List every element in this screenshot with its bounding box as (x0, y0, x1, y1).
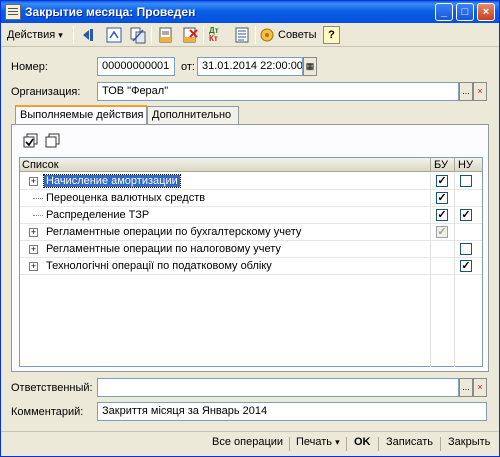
tree-header: Список БУ НУ (20, 158, 482, 172)
operations-tree[interactable]: Список БУ НУ + Начисление амортизации ✓ Пер… (19, 157, 483, 367)
bottom-separator (346, 437, 347, 451)
structure-icon[interactable] (105, 26, 123, 44)
toolbar-separator (255, 26, 256, 44)
toolbar-separator (73, 26, 74, 44)
toolbar-separator (203, 26, 204, 44)
nu-checkbox[interactable] (460, 175, 472, 187)
responsible-clear-button[interactable]: × (473, 378, 487, 397)
responsible-label: Ответственный: (11, 382, 93, 394)
print-menu-button[interactable]: Печать ▾ (296, 436, 340, 448)
print-label: Печать (296, 436, 333, 448)
close-window-button[interactable]: × (477, 3, 495, 21)
bottom-separator (378, 437, 379, 451)
tree-branch-line (33, 215, 43, 216)
bu-checkbox[interactable]: ✓ (436, 192, 448, 204)
tree-row[interactable]: + Регламентные операции по бухгалтерскому… (20, 224, 482, 241)
tree-row-label[interactable]: Регламентные операции по налоговому учет… (46, 243, 281, 255)
expand-icon[interactable]: + (29, 228, 38, 237)
all-operations-button[interactable]: Все операции (212, 436, 283, 448)
organization-field[interactable]: ТОВ "Ферал" (97, 82, 459, 101)
title-bar[interactable]: Закрытие месяца: Проведен _ □ × (1, 1, 499, 23)
column-header-bu[interactable]: БУ (434, 159, 448, 171)
column-divider (430, 158, 431, 172)
bottom-separator (440, 437, 441, 451)
expand-icon[interactable]: + (29, 177, 38, 186)
actions-menu-label: Действия (7, 29, 56, 41)
close-button[interactable]: Закрыть (448, 436, 490, 448)
date-field[interactable]: 31.01.2014 22:00:00 (197, 57, 303, 76)
date-label: от: (181, 61, 195, 73)
calendar-icon[interactable]: ▦ (303, 57, 317, 76)
ok-button[interactable]: OK (354, 436, 371, 448)
nu-checkbox[interactable] (460, 243, 472, 255)
dropdown-arrow-icon: ▾ (58, 30, 63, 40)
column-divider (454, 158, 455, 172)
nu-checkbox[interactable]: ✓ (460, 260, 472, 272)
post-document-icon[interactable] (157, 26, 175, 44)
tree-row-label[interactable]: Регламентные операции по бухгалтерскому … (46, 226, 301, 238)
bottom-separator (289, 437, 290, 451)
toolbar-separator (151, 26, 152, 44)
check-all-icon[interactable] (23, 133, 39, 149)
column-header-list[interactable]: Список (22, 159, 59, 171)
tree-row-label[interactable]: Начисление амортизации (43, 174, 181, 188)
number-label: Номер: (11, 61, 48, 73)
bu-checkbox[interactable]: ✓ (436, 209, 448, 221)
comment-field[interactable]: Закриття місяця за Январь 2014 (97, 402, 487, 421)
organization-label: Организация: (11, 86, 81, 98)
dropdown-arrow-icon: ▾ (335, 437, 340, 447)
window-title: Закрытие месяца: Проведен (25, 5, 196, 19)
document-icon (5, 4, 21, 20)
tab-additional[interactable]: Дополнительно (147, 106, 239, 124)
responsible-field[interactable] (97, 378, 459, 397)
comment-label: Комментарий: (11, 406, 84, 418)
tree-row-label[interactable]: Распределение ТЗР (46, 209, 149, 221)
tree-row[interactable]: Распределение ТЗР ✓ ✓ (20, 207, 482, 224)
bu-checkbox: ✓ (436, 226, 448, 238)
organization-select-button[interactable]: ... (459, 82, 473, 101)
expand-icon[interactable]: + (29, 262, 38, 271)
bottom-command-bar: Все операции Печать ▾ OK Записать Закрыт… (1, 431, 499, 456)
toolbar: Действия ▾ Дт Кт Советы ? (1, 23, 499, 47)
minimize-button[interactable]: _ (435, 3, 453, 21)
move-left-icon[interactable] (81, 26, 99, 44)
responsible-select-button[interactable]: ... (459, 378, 473, 397)
dt-kt-icon[interactable]: Дт Кт (209, 27, 227, 45)
tree-branch-line (33, 198, 43, 199)
actions-menu[interactable]: Действия ▾ (7, 25, 63, 45)
tips-label: Советы (278, 29, 317, 41)
column-header-nu[interactable]: НУ (458, 159, 473, 171)
save-button[interactable]: Записать (386, 436, 433, 448)
bu-checkbox[interactable]: ✓ (436, 175, 448, 187)
tree-row-label[interactable]: Переоценка валютных средств (46, 192, 205, 204)
tree-row[interactable]: + Технологічні операції по податковому об… (20, 258, 482, 275)
tab-actions[interactable]: Выполняемые действия (15, 105, 147, 125)
help-button[interactable]: ? (323, 26, 340, 44)
tree-row[interactable]: Переоценка валютных средств ✓ (20, 190, 482, 207)
report-icon[interactable] (233, 26, 251, 44)
exchange-icon[interactable] (129, 26, 147, 44)
tips-icon (260, 28, 274, 42)
tree-row[interactable]: + Регламентные операции по налоговому уче… (20, 241, 482, 258)
number-field[interactable]: 00000000001 (97, 57, 175, 76)
uncheck-all-icon[interactable] (45, 133, 61, 149)
organization-clear-button[interactable]: × (473, 82, 487, 101)
expand-icon[interactable]: + (29, 245, 38, 254)
unpost-document-icon[interactable] (181, 26, 199, 44)
tree-row[interactable]: + Начисление амортизации ✓ (20, 173, 482, 190)
nu-checkbox[interactable]: ✓ (460, 209, 472, 221)
maximize-button[interactable]: □ (456, 3, 474, 21)
tree-row-label[interactable]: Технологічні операції по податковому обл… (46, 260, 272, 272)
document-window: Закрытие месяца: Проведен _ □ × Действия… (0, 0, 500, 457)
